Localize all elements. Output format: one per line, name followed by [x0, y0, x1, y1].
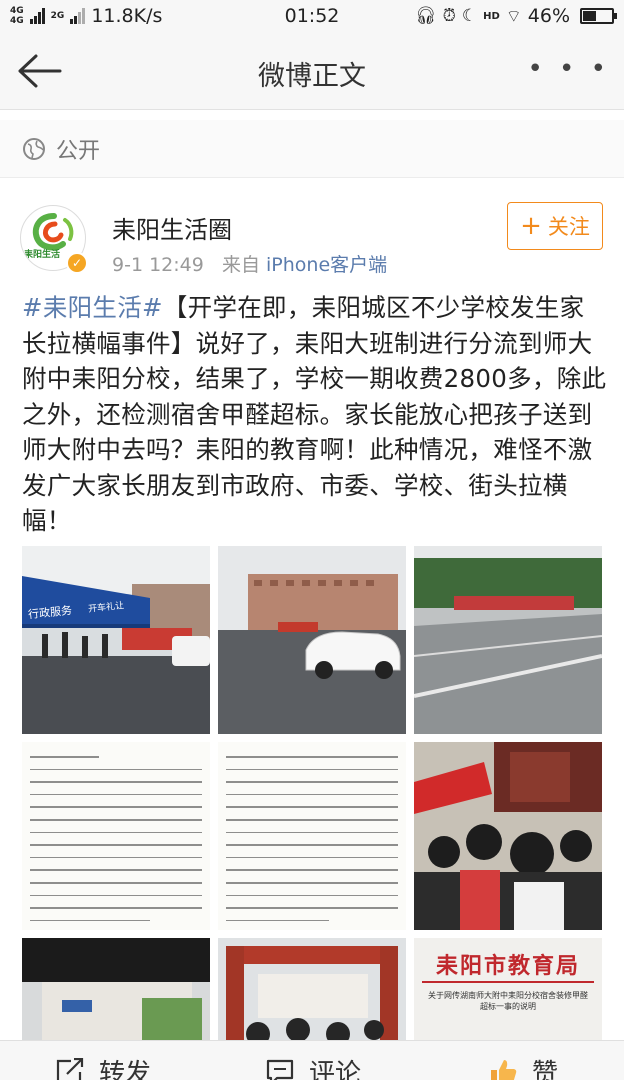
school-car-photo [218, 546, 406, 734]
plus-icon: + [520, 211, 542, 241]
notice-heading: 耒阳市教育局 [435, 954, 580, 979]
battery-percent: 46% [527, 5, 570, 27]
topic-link[interactable]: #耒阳生活# [22, 293, 163, 322]
action-bar: 转发 评论 赞 [0, 1040, 624, 1080]
post-image-1[interactable]: 行政服务 开车礼让 [22, 546, 210, 734]
globe-icon [23, 137, 45, 160]
school-gate-photo [218, 938, 406, 1046]
post-image-7[interactable] [22, 938, 210, 1046]
repost-button[interactable]: 转发 [55, 1053, 151, 1080]
verified-badge-icon: ✓ [66, 252, 88, 274]
post-text: 【开学在即，耒阳城区不少学校发生家长拉横幅事件】说好了，耒阳大班制进行分流到师大… [22, 293, 607, 535]
post-source[interactable]: iPhone客户端 [266, 254, 387, 276]
thumbs-up-icon [491, 1059, 517, 1080]
follow-button[interactable]: + 关注 [507, 202, 603, 250]
wifi-icon: ⌔ [505, 6, 522, 27]
avatar-text: 耒阳生活 [24, 250, 61, 260]
post-meta: 9-1 12:49 来自 iPhone客户端 [112, 250, 387, 277]
comment-button[interactable]: 评论 [265, 1053, 361, 1080]
building-photo [22, 938, 210, 1046]
author-name[interactable]: 耒阳生活圈 [112, 210, 232, 245]
screenshot-text-lines [226, 756, 398, 924]
screenshot-text-lines [30, 756, 202, 924]
like-label: 赞 [532, 1059, 559, 1080]
crowd-banner-photo [414, 742, 602, 930]
post-time: 9-1 12:49 [112, 254, 204, 276]
more-button[interactable]: • • • [527, 54, 610, 84]
hd-label: HD [483, 10, 500, 22]
alarm-icon: ⏰︎ [442, 6, 456, 26]
empty-street-photo [414, 546, 602, 734]
nav-bar: 微博正文 • • • [0, 34, 624, 110]
follow-label: 关注 [547, 215, 590, 239]
source-prefix: 来自 [221, 254, 260, 276]
post-image-2[interactable] [218, 546, 406, 734]
notice-divider [422, 981, 594, 983]
moon-icon: ☾ [461, 6, 478, 26]
image-grid: 行政服务 开车礼让 耒阳市教育局 关于网传湖南师大附中耒阳分校宿舍装修甲醛超标一… [22, 546, 604, 1046]
headset-icon: 🎧︎ [415, 6, 437, 26]
like-button[interactable]: 赞 [488, 1053, 558, 1080]
status-right: 🎧︎ ⏰︎ ☾ HD ⌔ 46% [415, 5, 617, 27]
battery-icon [580, 8, 617, 24]
street-tent-photo [22, 546, 210, 734]
status-bar: 4G 4G 2G 11.8K/s 01:52 🎧︎ ⏰︎ ☾ HD ⌔ 46% [0, 0, 624, 34]
post-image-3[interactable] [414, 546, 602, 734]
post-image-5[interactable] [218, 742, 406, 930]
repost-label: 转发 [99, 1059, 152, 1080]
battery-fill [583, 11, 596, 21]
post-image-4[interactable] [22, 742, 210, 930]
visibility-label: 公开 [56, 138, 101, 164]
repost-icon [56, 1057, 84, 1080]
post-image-6[interactable] [414, 742, 602, 930]
post-image-9[interactable]: 耒阳市教育局 关于网传湖南师大附中耒阳分校宿舍装修甲醛超标一事的说明 [414, 938, 602, 1046]
notice-subtitle: 关于网传湖南师大附中耒阳分校宿舍装修甲醛超标一事的说明 [428, 991, 588, 1011]
post-image-8[interactable] [218, 938, 406, 1046]
post-body: #耒阳生活#【开学在即，耒阳城区不少学校发生家长拉横幅事件】说好了，耒阳大班制进… [22, 290, 608, 539]
comment-label: 评论 [309, 1059, 362, 1080]
comment-icon [266, 1059, 294, 1080]
visibility-row: 公开 [0, 120, 624, 178]
